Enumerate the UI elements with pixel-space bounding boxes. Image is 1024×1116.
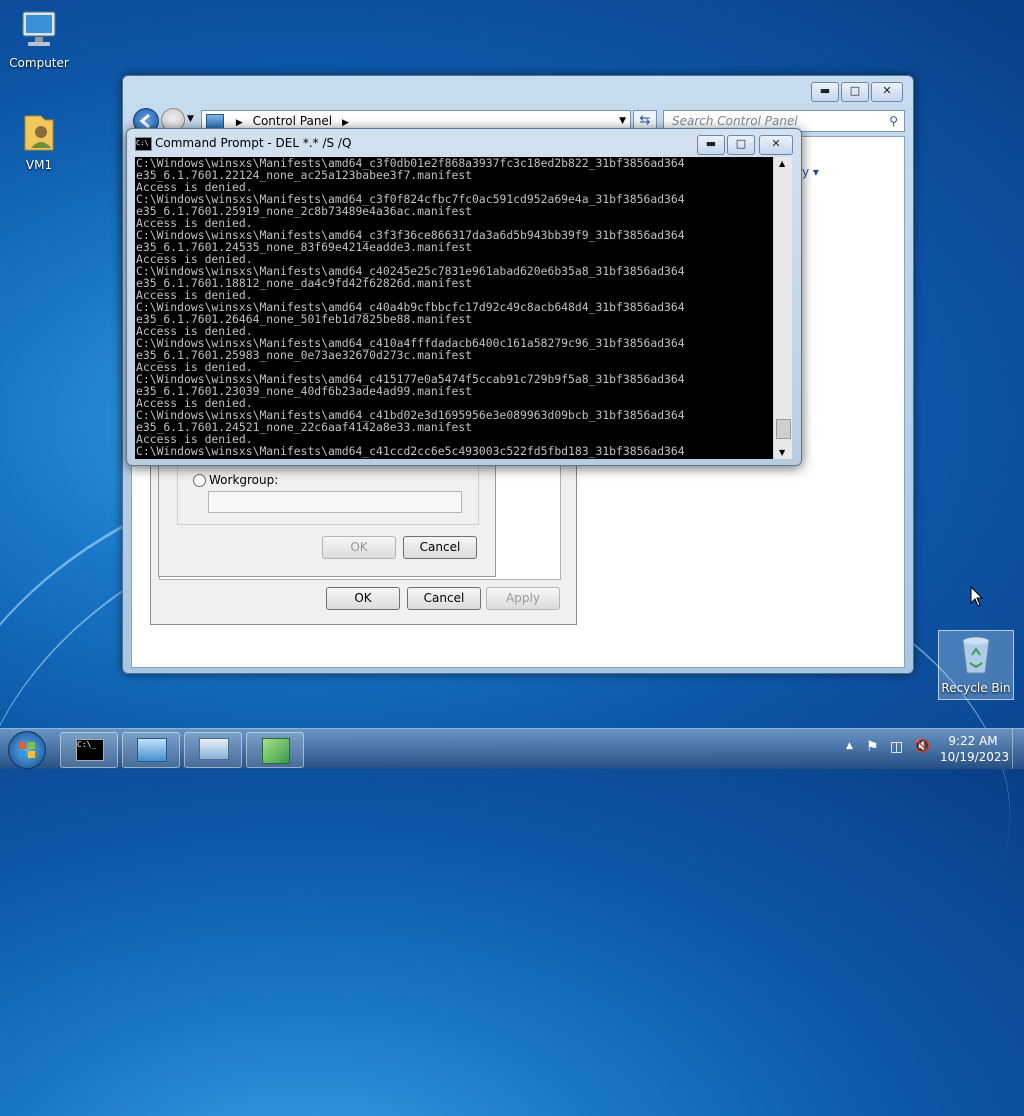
show-hidden-icons-button[interactable]: ▲ (846, 741, 853, 751)
user-folder-icon (17, 110, 61, 154)
desktop-icon-vm1[interactable]: VM1 (4, 110, 74, 172)
workgroup-input[interactable] (208, 491, 462, 513)
taskbar-cmd[interactable]: C:\_ (60, 732, 118, 768)
show-desktop-button[interactable] (1012, 729, 1024, 769)
workgroup-radio[interactable] (193, 474, 206, 487)
mouse-cursor-icon (970, 586, 984, 607)
breadcrumb-control-panel[interactable]: Control Panel (253, 114, 333, 128)
recycle-bin-icon (954, 633, 998, 677)
cmd-close-button[interactable]: ✕ (759, 135, 793, 155)
computer-name-changes-dialog[interactable]: Workgroup: OK Cancel (158, 455, 496, 577)
ok-button[interactable]: OK (326, 587, 400, 610)
close-button[interactable]: ✕ (871, 82, 903, 102)
search-icon: ⚲ (889, 114, 898, 128)
inner-ok-button[interactable]: OK (322, 536, 396, 559)
console-output[interactable]: C:\Windows\winsxs\Manifests\amd64_c3f0db… (135, 157, 773, 459)
cmd-window-icon: C:\ (135, 137, 152, 151)
apply-button[interactable]: Apply (486, 587, 560, 610)
breadcrumb-separator-icon: ▶ (341, 118, 349, 128)
clock-date: 10/19/2023 (940, 750, 1010, 764)
clock[interactable]: 9:22 AM 10/19/2023 (940, 733, 1010, 765)
console-scrollbar[interactable]: ▲ ▼ (773, 157, 792, 459)
cmd-window-title: Command Prompt - DEL *.* /S /Q (155, 136, 352, 150)
start-button[interactable] (8, 731, 46, 769)
desktop-icon-label: Recycle Bin (941, 681, 1011, 695)
scroll-up-icon: ▲ (779, 159, 786, 168)
taskbar-network-computer[interactable] (184, 732, 242, 768)
inner-cancel-button[interactable]: Cancel (403, 536, 477, 559)
computer-icon (17, 8, 61, 52)
taskbar: C:\_ ▲ ⚑ ◫ 🔇 9:22 AM 10/19/2023 (0, 728, 1024, 769)
minimize-button[interactable]: ▬ (811, 82, 839, 102)
desktop-icon-recycle-bin[interactable]: Recycle Bin (938, 630, 1014, 700)
console-text: C:\Windows\winsxs\Manifests\amd64_c3f0db… (136, 157, 685, 458)
cmd-maximize-button[interactable]: □ (727, 135, 755, 155)
cmd-icon: C:\_ (76, 739, 104, 761)
command-prompt-window[interactable]: C:\ Command Prompt - DEL *.* /S /Q ▬ □ ✕… (126, 128, 802, 466)
taskbar-control-panel[interactable] (122, 732, 180, 768)
cancel-button[interactable]: Cancel (407, 587, 481, 610)
desktop-icon-label: VM1 (25, 158, 53, 172)
action-center-flag-icon[interactable]: ⚑ (866, 739, 879, 755)
cmd-minimize-button[interactable]: ▬ (697, 135, 725, 155)
windows-logo-icon (19, 742, 35, 758)
search-placeholder: Search Control Panel (672, 114, 798, 128)
network-computer-icon (199, 738, 229, 760)
view-by-link[interactable]: y ▾ (802, 165, 819, 179)
maximize-button[interactable]: □ (841, 82, 869, 102)
breadcrumb-separator-icon: ▶ (235, 118, 243, 128)
scroll-down-icon: ▼ (779, 448, 786, 457)
clock-time: 9:22 AM (948, 734, 998, 748)
recent-pages-dropdown[interactable]: ▼ (187, 114, 194, 124)
control-panel-icon (137, 738, 167, 762)
workgroup-label: Workgroup: (209, 473, 279, 487)
scroll-thumb[interactable] (776, 419, 791, 439)
taskbar-network-setup[interactable] (246, 732, 304, 768)
desktop-icon-label: Computer (9, 56, 69, 70)
desktop-icon-computer[interactable]: Computer (4, 8, 74, 70)
network-setup-icon (262, 738, 290, 764)
volume-muted-icon[interactable]: 🔇 (914, 739, 930, 754)
network-icon[interactable]: ◫ (890, 739, 903, 755)
